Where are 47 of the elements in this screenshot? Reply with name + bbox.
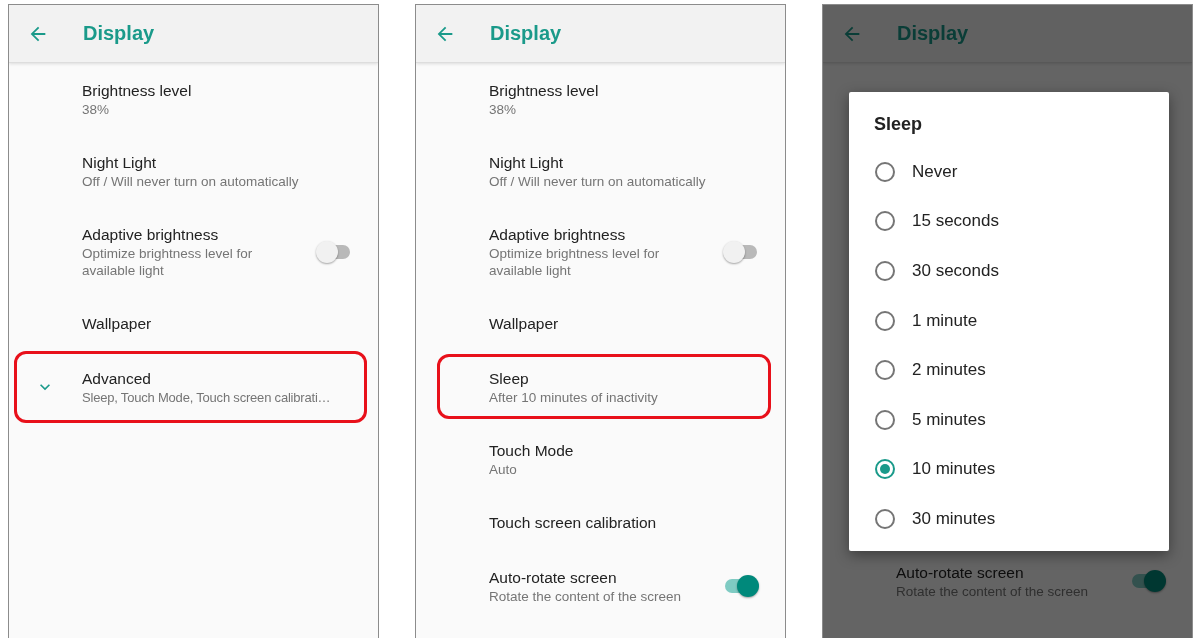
- setting-summary: Rotate the content of the screen: [489, 588, 683, 605]
- toggle-switch[interactable]: [723, 240, 759, 263]
- setting-summary: Sleep, Touch Mode, Touch screen calibrati…: [82, 389, 332, 406]
- setting-summary: After 10 minutes of inactivity: [489, 389, 659, 406]
- dialog-title: Sleep: [873, 113, 924, 136]
- option-label[interactable]: 30 minutes: [912, 508, 996, 529]
- radio-button[interactable]: [875, 211, 895, 232]
- screen-title: Display: [83, 22, 155, 45]
- option-label[interactable]: 1 minute: [912, 310, 978, 331]
- option-label[interactable]: 2 minutes: [912, 360, 986, 381]
- radio-button[interactable]: [875, 360, 895, 381]
- setting-summary: Off / Will never turn on automatically: [82, 173, 300, 190]
- setting-summary: Optimize brightness level for available light: [489, 245, 661, 279]
- option-label[interactable]: 30 seconds: [912, 261, 999, 281]
- setting-title[interactable]: Sleep: [489, 368, 785, 389]
- setting-title[interactable]: Touch screen calibration: [489, 512, 785, 533]
- setting-summary: 38%: [489, 101, 518, 118]
- setting-title[interactable]: Wallpaper: [489, 313, 785, 334]
- setting-summary: 38%: [82, 101, 111, 118]
- option-label[interactable]: 5 minutes: [912, 409, 986, 430]
- radio-button[interactable]: [875, 261, 895, 281]
- setting-summary: Optimize brightness level for available light: [82, 245, 254, 279]
- setting-summary: Off / Will never turn on automatically: [489, 173, 707, 190]
- setting-title[interactable]: Touch Mode: [489, 440, 785, 461]
- setting-title[interactable]: Night Light: [489, 152, 785, 173]
- toggle-switch[interactable]: [316, 240, 352, 263]
- radio-button[interactable]: [875, 409, 895, 430]
- setting-title[interactable]: Adaptive brightness: [489, 224, 723, 245]
- toggle-switch[interactable]: [1130, 570, 1166, 592]
- radio-button[interactable]: [875, 508, 895, 529]
- screen-title: Display: [897, 22, 969, 45]
- radio-button[interactable]: [875, 161, 895, 182]
- setting-title[interactable]: Brightness level: [82, 80, 378, 101]
- setting-title[interactable]: Night Light: [82, 152, 378, 173]
- option-label[interactable]: 15 seconds: [912, 211, 999, 232]
- radio-button[interactable]: [875, 310, 895, 331]
- setting-title[interactable]: Auto-rotate screen: [489, 567, 723, 588]
- setting-title[interactable]: Wallpaper: [82, 313, 378, 334]
- setting-title[interactable]: Adaptive brightness: [82, 224, 316, 245]
- setting-title[interactable]: Advanced: [82, 368, 378, 389]
- radio-button[interactable]: [875, 459, 895, 480]
- option-label[interactable]: 10 minutes: [912, 459, 996, 480]
- setting-summary: Auto: [489, 461, 518, 478]
- screen-title: Display: [490, 22, 562, 45]
- toggle-switch[interactable]: [723, 575, 759, 597]
- setting-title[interactable]: Brightness level: [489, 80, 785, 101]
- option-label[interactable]: Never: [912, 161, 958, 182]
